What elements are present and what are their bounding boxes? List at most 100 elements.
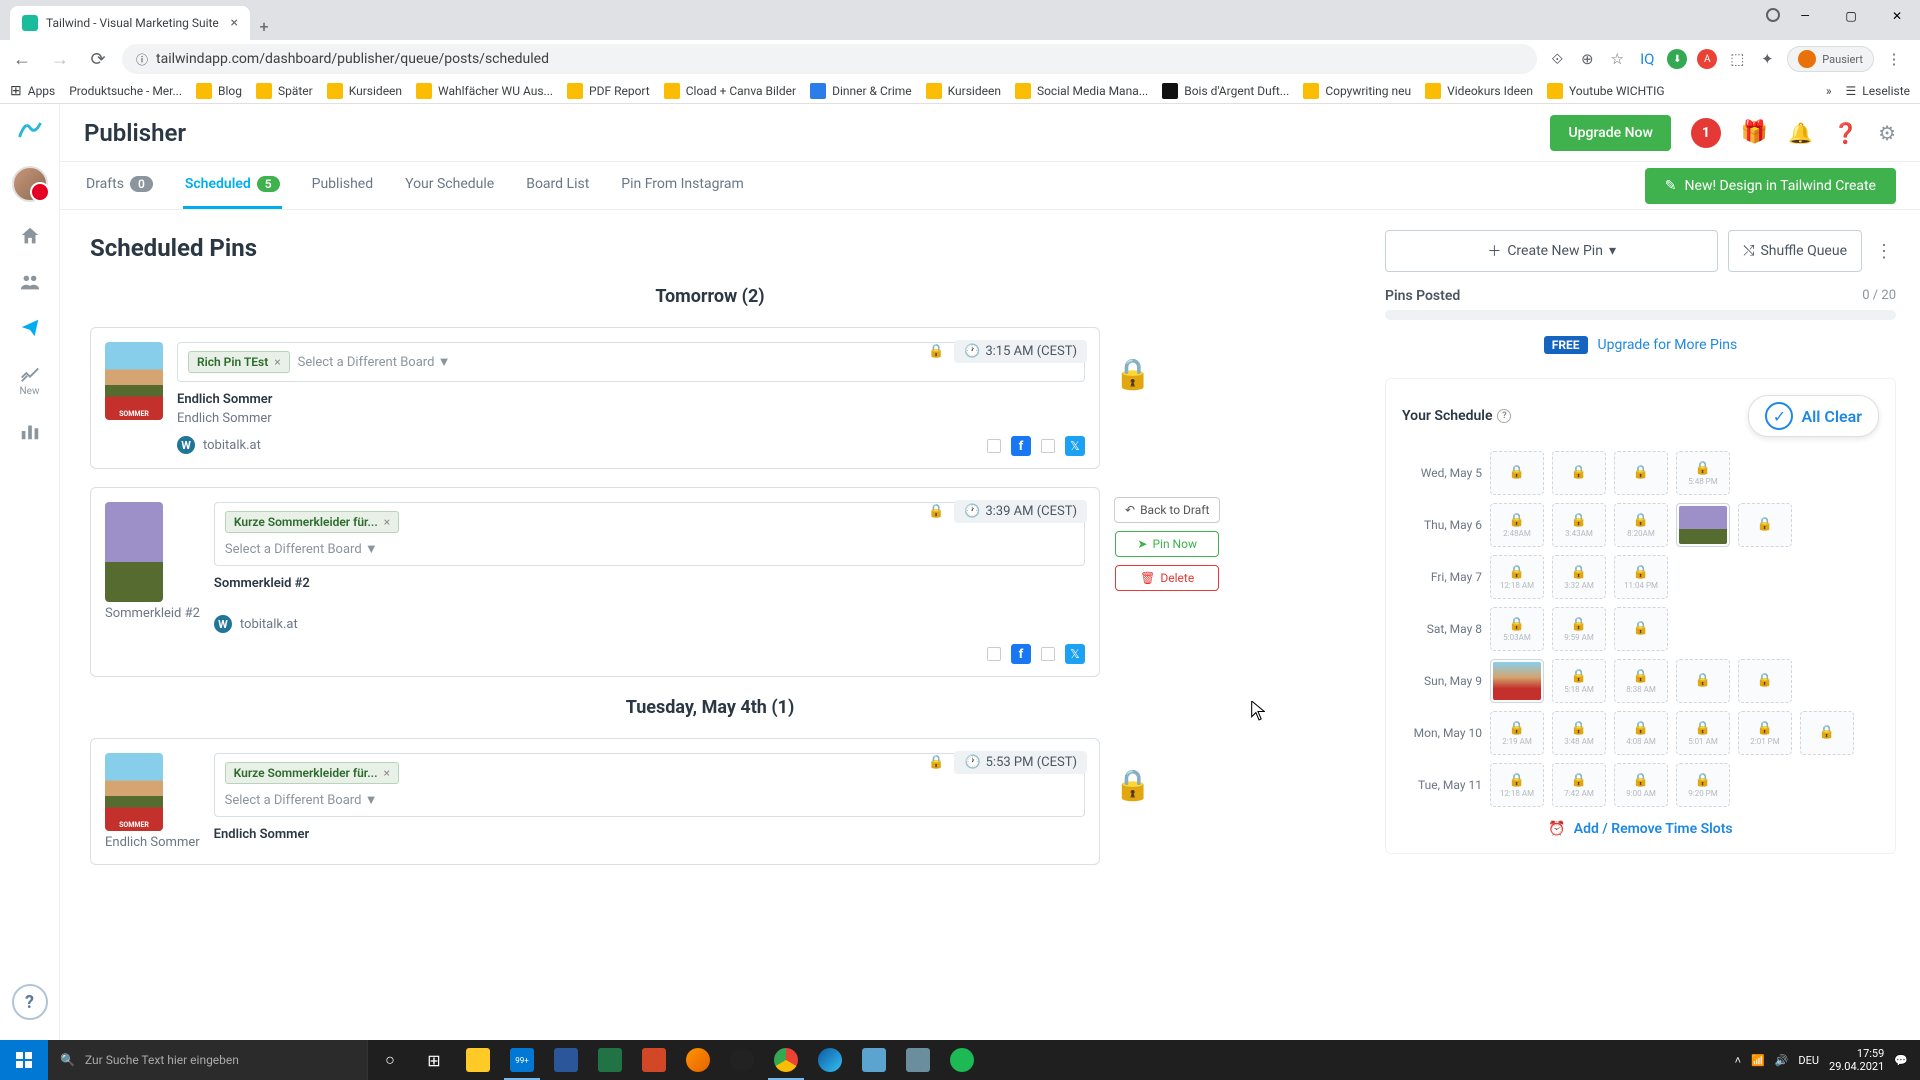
bookmark-item[interactable]: Youtube WICHTIG (1547, 83, 1665, 99)
bookmark-item[interactable]: Kursideen (926, 83, 1001, 99)
tab-published[interactable]: Published (310, 162, 375, 209)
facebook-checkbox[interactable] (987, 647, 1001, 661)
pin-thumbnail[interactable] (105, 342, 163, 420)
tab-drafts[interactable]: Drafts 0 (84, 162, 155, 209)
spotify-app[interactable] (940, 1040, 984, 1080)
help-icon[interactable]: ❓ (1833, 121, 1858, 145)
reload-icon[interactable]: ⟳ (84, 45, 112, 73)
site-info-icon[interactable]: ⓘ (136, 51, 148, 68)
schedule-slot[interactable]: 🔒8:20AM (1614, 503, 1668, 547)
schedule-slot[interactable]: 🔒11:04 PM (1614, 555, 1668, 599)
schedule-slot[interactable]: 🔒 (1738, 503, 1792, 547)
tailwind-create-button[interactable]: ✎ New! Design in Tailwind Create (1645, 168, 1896, 204)
chrome-app[interactable] (764, 1040, 808, 1080)
schedule-slot[interactable]: 🔒3:48 AM (1552, 711, 1606, 755)
schedule-slot[interactable]: 🔒2:01 PM (1738, 711, 1792, 755)
apps-button[interactable]: ⊞Apps (10, 83, 55, 99)
remove-board-icon[interactable]: × (383, 766, 389, 780)
twitter-icon[interactable]: 𝕏 (1065, 644, 1085, 664)
bookmark-item[interactable]: Wahlfächer WU Aus... (416, 83, 553, 99)
delete-button[interactable]: 🗑Delete (1115, 565, 1219, 591)
extension-icon-3[interactable]: A (1697, 49, 1717, 69)
shuffle-queue-button[interactable]: ⤭ Shuffle Queue (1728, 230, 1862, 272)
schedule-slot[interactable]: 🔒5:48 PM (1676, 451, 1730, 495)
remove-board-icon[interactable]: × (274, 355, 280, 369)
chrome-menu-icon[interactable]: ⋮ (1884, 49, 1904, 69)
firefox-app[interactable] (676, 1040, 720, 1080)
schedule-slot[interactable]: 🔒 (1614, 607, 1668, 651)
maximize-icon[interactable]: ▢ (1828, 0, 1874, 32)
notepad-app[interactable] (852, 1040, 896, 1080)
new-tab-button[interactable]: + (250, 12, 278, 40)
schedule-slot[interactable]: 🔒3:32 AM (1552, 555, 1606, 599)
task-view-icon[interactable]: ⊞ (412, 1040, 456, 1080)
upgrade-more-pins-link[interactable]: Upgrade for More Pins (1598, 337, 1738, 353)
schedule-slot[interactable]: 🔒 (1614, 451, 1668, 495)
remove-board-icon[interactable]: × (384, 515, 390, 529)
facebook-checkbox[interactable] (987, 439, 1001, 453)
notifications-icon[interactable]: 💬 (1894, 1054, 1908, 1067)
word-app[interactable] (544, 1040, 588, 1080)
url-input[interactable]: ⓘ tailwindapp.com/dashboard/publisher/qu… (122, 44, 1537, 74)
obs-app[interactable] (720, 1040, 764, 1080)
schedule-slot[interactable]: 🔒2:48AM (1490, 503, 1544, 547)
bookmark-item[interactable]: Bois d'Argent Duft... (1162, 83, 1289, 99)
wifi-icon[interactable]: 📶 (1751, 1054, 1765, 1067)
schedule-slot[interactable]: 🔒 (1800, 711, 1854, 755)
tab-your-schedule[interactable]: Your Schedule (403, 162, 496, 209)
forward-icon[interactable]: → (46, 45, 74, 73)
bookmark-item[interactable]: Social Media Mana... (1015, 83, 1148, 99)
bookmark-item[interactable]: Später (256, 83, 313, 99)
schedule-slot[interactable] (1490, 659, 1544, 703)
tailwind-logo-icon[interactable] (16, 116, 44, 144)
bookmark-item[interactable]: Blog (196, 83, 242, 99)
board-chip[interactable]: Kurze Sommerkleider für... × (225, 511, 399, 533)
schedule-slot[interactable]: 🔒 (1738, 659, 1792, 703)
board-chip[interactable]: Kurze Sommerkleider für... × (225, 762, 399, 784)
close-tab-icon[interactable]: × (231, 15, 238, 31)
volume-icon[interactable]: 🔊 (1775, 1054, 1789, 1067)
bookmark-item[interactable]: Copywriting neu (1303, 83, 1411, 99)
schedule-slot[interactable]: 🔒5:01 AM (1676, 711, 1730, 755)
schedule-slot[interactable]: 🔒12:18 AM (1490, 763, 1544, 807)
schedule-slot[interactable]: 🔒5:03AM (1490, 607, 1544, 651)
twitter-checkbox[interactable] (1041, 439, 1055, 453)
start-button[interactable] (0, 1040, 48, 1080)
notification-badge[interactable]: 1 (1691, 118, 1721, 148)
profile-pause-badge[interactable]: Pausiert (1787, 46, 1874, 72)
schedule-slot[interactable] (1676, 503, 1730, 547)
calculator-app[interactable] (896, 1040, 940, 1080)
schedule-slot[interactable]: 🔒 (1676, 659, 1730, 703)
tray-clock[interactable]: 17:59 29.04.2021 (1829, 1047, 1884, 1073)
explorer-app[interactable] (456, 1040, 500, 1080)
gift-icon[interactable]: 🎁 (1741, 120, 1768, 145)
insights-icon[interactable] (18, 419, 42, 443)
publisher-icon[interactable] (18, 316, 42, 340)
scheduled-time[interactable]: 🕐 5:53 PM (CEST) (954, 751, 1087, 774)
home-icon[interactable] (18, 224, 42, 248)
tab-pin-instagram[interactable]: Pin From Instagram (619, 162, 746, 209)
schedule-slot[interactable]: 🔒2:19 AM (1490, 711, 1544, 755)
help-icon[interactable]: ? (12, 984, 48, 1020)
scheduled-time[interactable]: 🕐 3:15 AM (CEST) (954, 340, 1087, 363)
scheduled-time[interactable]: 🕐 3:39 AM (CEST) (954, 500, 1087, 523)
board-placeholder[interactable]: Select a Different Board ▼ (298, 354, 451, 370)
schedule-slot[interactable]: 🔒3:43AM (1552, 503, 1606, 547)
tribes-icon[interactable] (18, 270, 42, 294)
bookmark-item[interactable]: Cload + Canva Bilder (664, 83, 796, 99)
tray-chevron-icon[interactable]: ˄ (1735, 1054, 1741, 1067)
browser-tab[interactable]: Tailwind - Visual Marketing Suite × (10, 6, 250, 40)
schedule-slot[interactable]: 🔒7:42 AM (1552, 763, 1606, 807)
extension-icon-2[interactable]: ⬇ (1667, 49, 1687, 69)
tray-language[interactable]: DEU (1798, 1054, 1819, 1067)
bookmark-item[interactable]: Dinner & Crime (810, 83, 912, 99)
schedule-slot[interactable]: 🔒 (1552, 451, 1606, 495)
bell-icon[interactable]: 🔔 (1788, 121, 1813, 145)
back-icon[interactable]: ← (8, 45, 36, 73)
board-chip[interactable]: Rich Pin TEst × (188, 351, 290, 373)
extension-icon-1[interactable]: IQ (1637, 49, 1657, 69)
extension-icon-4[interactable]: ⬚ (1727, 49, 1747, 69)
edge-app[interactable] (808, 1040, 852, 1080)
zoom-icon[interactable]: ⊕ (1577, 49, 1597, 69)
info-icon[interactable]: ? (1497, 409, 1511, 423)
